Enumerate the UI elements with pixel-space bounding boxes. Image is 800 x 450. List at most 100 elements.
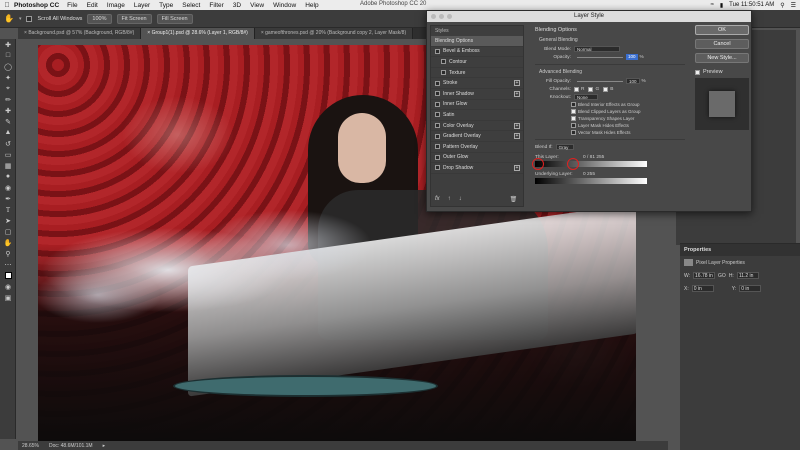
lasso-tool-icon[interactable]: ◯: [0, 61, 16, 72]
move-down-icon[interactable]: ↓: [459, 196, 462, 203]
apple-menu-icon[interactable]: : [0, 2, 14, 9]
crop-tool-icon[interactable]: ⌖: [0, 83, 16, 94]
menu-file[interactable]: File: [67, 2, 77, 9]
gradient-tool-icon[interactable]: ▦: [0, 160, 16, 171]
style-blending-options[interactable]: Blending Options: [431, 36, 523, 47]
menu-view[interactable]: View: [250, 2, 264, 9]
eyedropper-tool-icon[interactable]: ✏: [0, 94, 16, 105]
style-texture[interactable]: Texture: [431, 68, 523, 79]
style-satin[interactable]: Satin: [431, 110, 523, 121]
fill-screen-button[interactable]: Fill Screen: [156, 13, 193, 24]
menu-filter[interactable]: Filter: [209, 2, 223, 9]
tool-preset-dropdown-icon[interactable]: ▾: [19, 16, 22, 22]
search-icon[interactable]: ⚲: [780, 2, 784, 9]
add-effect-plus-icon[interactable]: +: [514, 90, 520, 97]
knockout-select[interactable]: None: [574, 94, 598, 100]
height-field[interactable]: 11.2 in: [736, 272, 759, 279]
quick-select-tool-icon[interactable]: ✦: [0, 72, 16, 83]
style-checkbox[interactable]: [435, 112, 440, 118]
type-tool-icon[interactable]: T: [0, 204, 16, 215]
menu-help[interactable]: Help: [305, 2, 318, 9]
menu-type[interactable]: Type: [159, 2, 173, 9]
style-contour[interactable]: Contour: [431, 57, 523, 68]
menu-edit[interactable]: Edit: [87, 2, 98, 9]
tab-background[interactable]: × Background.psd @ 57% (Background, RGB/…: [18, 28, 142, 39]
brush-tool-icon[interactable]: ✎: [0, 116, 16, 127]
style-inner-shadow[interactable]: Inner Shadow +: [431, 89, 523, 100]
styles-header[interactable]: Styles: [431, 26, 523, 36]
rectangle-tool-icon[interactable]: ▢: [0, 226, 16, 237]
app-menu[interactable]: Photoshop CC: [14, 2, 59, 9]
fx-menu-icon[interactable]: fx: [435, 196, 440, 203]
quick-mask-icon[interactable]: ◉: [0, 281, 16, 292]
tab-group1[interactable]: × Group1(1).psd @ 28.6% (Layer 1, RGB/8#…: [141, 28, 255, 39]
blend-mode-select[interactable]: Normal: [574, 46, 620, 52]
tab-gameofthrones[interactable]: × gameofthrones.psd @ 20% (Background co…: [254, 28, 414, 39]
menu-3d[interactable]: 3D: [233, 2, 241, 9]
dodge-tool-icon[interactable]: ◉: [0, 182, 16, 193]
dialog-titlebar[interactable]: Layer Style: [427, 11, 751, 22]
menu-layer[interactable]: Layer: [134, 2, 150, 9]
menu-window[interactable]: Window: [273, 2, 296, 9]
blend-interior-checkbox[interactable]: [571, 102, 576, 107]
style-checkbox[interactable]: [435, 165, 440, 171]
more-tools-icon[interactable]: ⋯: [0, 259, 16, 270]
blend-clipped-checkbox[interactable]: [571, 109, 576, 114]
fit-screen-button[interactable]: Fit Screen: [116, 13, 152, 24]
menu-image[interactable]: Image: [107, 2, 125, 9]
channel-g-checkbox[interactable]: [588, 86, 594, 92]
width-field[interactable]: 16.78 in: [693, 272, 716, 279]
ok-button[interactable]: OK: [695, 25, 749, 35]
style-checkbox[interactable]: [435, 101, 440, 107]
style-inner-glow[interactable]: Inner Glow: [431, 100, 523, 111]
transparency-shapes-checkbox[interactable]: [571, 116, 576, 121]
status-arrow-icon[interactable]: ▸: [103, 443, 106, 449]
link-dimensions-toggle[interactable]: GO: [718, 273, 726, 279]
style-color-overlay[interactable]: Color Overlay +: [431, 121, 523, 132]
hand-tool-icon[interactable]: ✋: [0, 237, 16, 248]
style-checkbox[interactable]: [435, 133, 440, 139]
menu-list-icon[interactable]: ☰: [791, 2, 796, 9]
zoom-tool-icon[interactable]: ⚲: [0, 248, 16, 259]
style-checkbox[interactable]: [435, 48, 440, 54]
add-effect-plus-icon[interactable]: +: [514, 122, 520, 129]
trash-icon[interactable]: 🗑: [510, 196, 518, 203]
add-effect-plus-icon[interactable]: +: [514, 80, 520, 87]
clone-stamp-tool-icon[interactable]: ▲: [0, 127, 16, 138]
menu-select[interactable]: Select: [182, 2, 200, 9]
close-window-icon[interactable]: [431, 14, 436, 19]
zoom-window-icon[interactable]: [447, 14, 452, 19]
style-checkbox[interactable]: [435, 80, 440, 86]
style-checkbox[interactable]: [435, 123, 440, 129]
style-gradient-overlay[interactable]: Gradient Overlay +: [431, 131, 523, 142]
this-layer-gradient-slider[interactable]: [532, 158, 647, 170]
channel-b-checkbox[interactable]: [603, 86, 609, 92]
history-brush-tool-icon[interactable]: ↺: [0, 138, 16, 149]
eraser-tool-icon[interactable]: ▭: [0, 149, 16, 160]
fill-opacity-slider[interactable]: [577, 80, 623, 82]
style-checkbox[interactable]: [441, 70, 446, 76]
style-pattern-overlay[interactable]: Pattern Overlay: [431, 142, 523, 153]
blur-tool-icon[interactable]: ●: [0, 171, 16, 182]
channel-r-checkbox[interactable]: [574, 86, 579, 92]
style-checkbox[interactable]: [435, 144, 440, 150]
hand-tool-icon[interactable]: ✋: [4, 14, 14, 23]
clock[interactable]: Tue 11:50:51 AM: [729, 2, 774, 8]
screen-mode-icon[interactable]: ▣: [0, 292, 16, 303]
path-selection-tool-icon[interactable]: ➤: [0, 215, 16, 226]
style-outer-glow[interactable]: Outer Glow: [431, 153, 523, 164]
pen-tool-icon[interactable]: ✒: [0, 193, 16, 204]
layer-mask-hides-checkbox[interactable]: [571, 123, 576, 128]
zoom-100-button[interactable]: 100%: [87, 13, 112, 24]
new-style-button[interactable]: New Style...: [695, 53, 749, 63]
wifi-icon[interactable]: ≈: [711, 2, 714, 8]
status-zoom[interactable]: 28.65%: [22, 443, 39, 449]
style-stroke[interactable]: Stroke +: [431, 78, 523, 89]
style-bevel-emboss[interactable]: Bevel & Emboss: [431, 47, 523, 58]
opacity-slider[interactable]: [577, 56, 623, 58]
scroll-all-windows-checkbox[interactable]: [26, 15, 33, 22]
cancel-button[interactable]: Cancel: [695, 39, 749, 49]
fill-opacity-field[interactable]: 100: [626, 78, 640, 84]
style-drop-shadow[interactable]: Drop Shadow +: [431, 163, 523, 174]
style-checkbox[interactable]: [435, 154, 440, 160]
